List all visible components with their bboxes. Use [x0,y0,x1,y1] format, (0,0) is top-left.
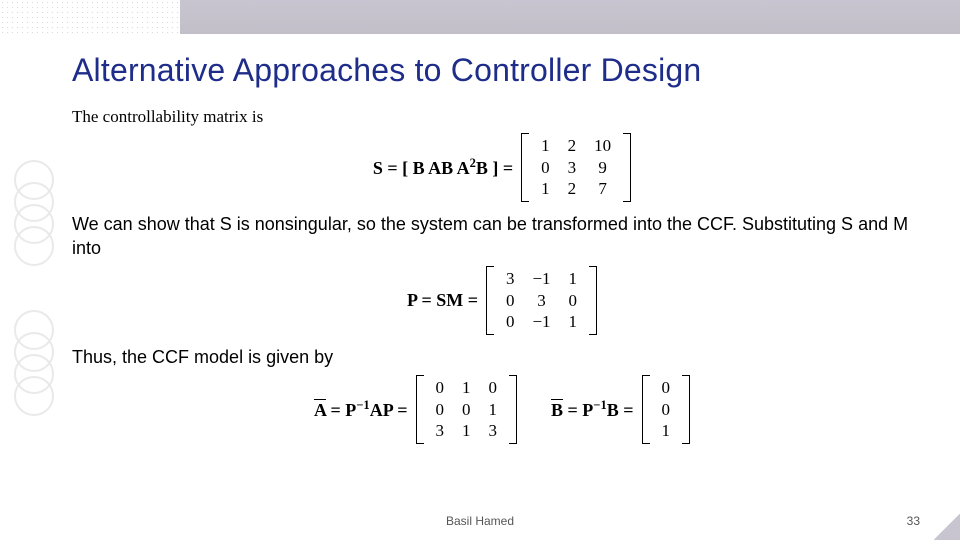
paragraph-1: We can show that S is nonsingular, so th… [72,212,932,261]
side-rings-upper [14,160,64,266]
footer-author: Basil Hamed [0,514,960,528]
matrix-abar: 010 001 313 [416,375,518,444]
side-rings-lower [14,310,64,416]
eq3-b-lhs: B = P−1B = [551,398,634,421]
eq2-lhs: P = SM = [407,290,478,311]
matrix-p: 3−11 030 0−11 [486,266,597,335]
matrix-bbar: 0 0 1 [642,375,691,444]
slide-content: Alternative Approaches to Controller Des… [72,52,932,454]
page-title: Alternative Approaches to Controller Des… [72,52,932,89]
eq3-a-lhs: A = P−1AP = [314,398,408,421]
header-solid [180,0,960,34]
header-dots [0,0,180,34]
corner-fold-icon [934,514,960,540]
eq1-lhs: S = [ B AB A2B ] = [373,158,513,178]
header-band [0,0,960,34]
equation-ab: A = P−1AP = 010 001 313 B = P−1B = 0 0 1 [72,375,932,444]
equation-p: P = SM = 3−11 030 0−11 [72,266,932,335]
footer-page-number: 33 [907,514,920,528]
equation-s: S = [ B AB A2B ] = 1210 039 127 [72,133,932,202]
paragraph-2: Thus, the CCF model is given by [72,345,932,369]
intro-line: The controllability matrix is [72,107,932,127]
matrix-s: 1210 039 127 [521,133,631,202]
